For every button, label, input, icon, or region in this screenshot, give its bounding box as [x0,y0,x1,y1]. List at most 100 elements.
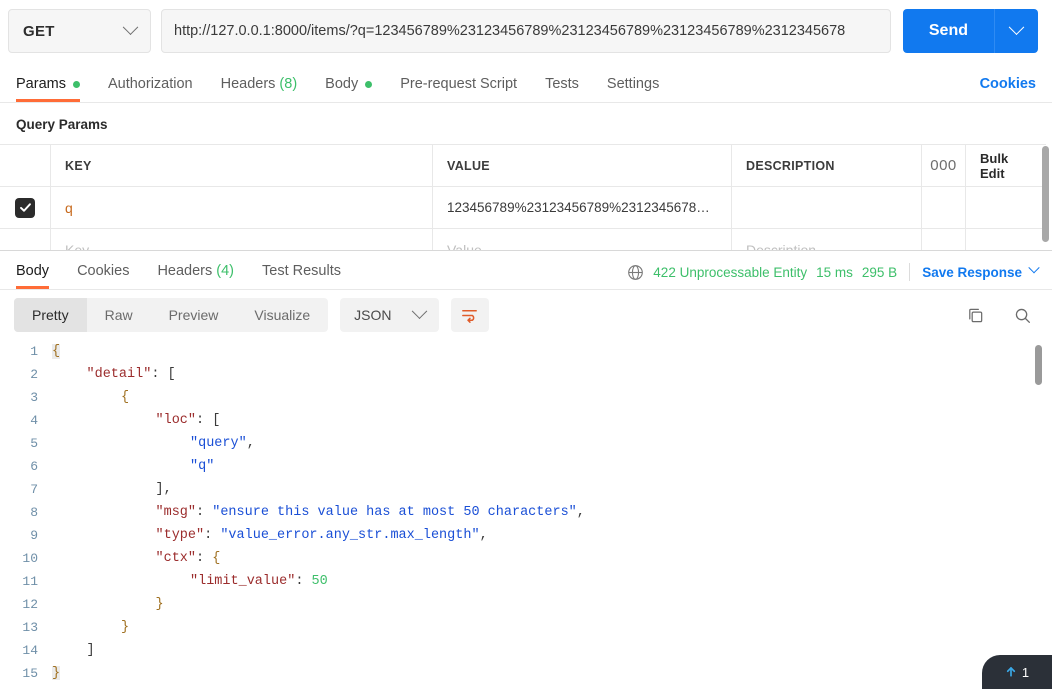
code-line: 8 "msg": "ensure this value has at most 5… [0,501,1052,524]
response-meta: 422 Unprocessable Entity 15 ms 295 B Sav… [627,262,1040,281]
format-tab-pretty[interactable]: Pretty [14,298,87,332]
line-number: 13 [22,620,38,635]
http-method-select[interactable]: GET [8,9,151,53]
check-icon [19,203,31,212]
tab-label: Headers [157,263,213,279]
tab-count: (4) [216,263,234,279]
table-placeholder-row: Key Value Description [0,229,1046,250]
wrap-text-icon [462,309,477,323]
url-input[interactable]: http://127.0.0.1:8000/items/?q=123456789… [161,9,891,53]
tab-params[interactable]: Params [16,76,80,102]
line-number: 15 [22,666,38,680]
bulk-edit-button[interactable]: Bulk Edit [980,151,1032,181]
code-line: 9 "type": "value_error.any_str.max_length… [0,524,1052,547]
table-row: q 123456789%23123456789%2312345678… [0,187,1046,229]
code-text: "limit_value": 50 [190,574,328,589]
code-text: ], [156,482,172,497]
code-text: "ctx": { [156,551,221,566]
code-token: "query" [190,436,247,451]
tab-label: Headers [220,76,276,92]
placeholder-description[interactable]: Description [746,242,816,251]
search-icon[interactable] [1013,306,1032,325]
line-number: 12 [22,597,38,612]
badge-count: 1 [1021,664,1030,680]
response-tabs: Body Cookies Headers (4) Test Results 42… [0,251,1052,289]
code-scrollbar[interactable] [1035,345,1042,385]
code-text: } [121,620,129,635]
globe-icon [628,264,644,280]
response-tab-cookies[interactable]: Cookies [77,263,129,289]
code-text: } [156,597,164,612]
placeholder-key[interactable]: Key [65,242,89,251]
divider [909,263,911,281]
code-line: 5 "query", [0,432,1052,455]
format-tab-preview[interactable]: Preview [151,298,237,332]
code-text: { [121,390,129,405]
bottom-status-badge[interactable]: 1 [982,655,1052,689]
response-actions [966,306,1032,325]
code-line: 6 "q" [0,455,1052,478]
placeholder-checkbox-cell[interactable] [0,229,51,250]
code-token: "detail" [86,367,152,382]
row-checkbox[interactable] [15,197,35,218]
format-tab-raw[interactable]: Raw [87,298,151,332]
tab-label: Body [16,263,50,279]
table-header-row: KEY VALUE DESCRIPTION 000 Bulk Edit [0,145,1046,187]
response-body-code[interactable]: 1{2 "detail": [3{4 "loc": [5 "query", 6 "q" 7]… [0,340,1052,680]
wrap-lines-button[interactable] [450,298,489,332]
header-value: VALUE [447,158,490,173]
code-text: } [52,666,61,680]
code-token: , [576,505,585,520]
tab-settings[interactable]: Settings [607,76,659,102]
arrow-up-icon [1006,667,1015,677]
tab-tests[interactable]: Tests [545,76,579,102]
row-more-button[interactable] [922,187,966,228]
code-token: : [295,574,312,589]
send-options-button[interactable] [994,9,1038,53]
tab-body[interactable]: Body [325,76,373,102]
placeholder-value[interactable]: Value [447,242,482,251]
copy-icon[interactable] [966,306,985,325]
response-tab-test-results[interactable]: Test Results [262,263,341,289]
tab-label: Body [325,76,359,92]
code-line: 10 "ctx": { [0,547,1052,570]
tab-count: (8) [279,76,298,92]
code-line: 1{ [0,340,1052,363]
response-status: 422 Unprocessable Entity [653,264,808,280]
language-select[interactable]: JSON [340,298,439,332]
code-token: 50 [311,574,328,589]
code-token: [ [212,413,221,428]
code-line: 4 "loc": [ [0,409,1052,432]
header-description: DESCRIPTION [746,158,835,173]
code-text: "q" [190,459,214,474]
send-button[interactable]: Send [902,9,994,53]
code-token: "type" [155,528,205,543]
tab-pre-request-script[interactable]: Pre-request Script [400,76,517,102]
response-tab-headers[interactable]: Headers (4) [157,263,234,289]
code-token: [ [167,367,176,382]
format-tab-visualize[interactable]: Visualize [236,298,328,332]
tab-headers[interactable]: Headers (8) [221,76,298,102]
code-token: { [121,390,130,405]
code-token: : [196,413,213,428]
param-value[interactable]: 123456789%23123456789%2312345678… [447,200,710,215]
response-tab-body[interactable]: Body [16,263,50,289]
param-key[interactable]: q [65,200,73,216]
query-params-table: KEY VALUE DESCRIPTION 000 Bulk Edit q 12… [0,144,1046,250]
query-params-table-scroll: KEY VALUE DESCRIPTION 000 Bulk Edit q 12… [0,144,1052,250]
save-response-button[interactable]: Save Response [922,262,1040,280]
tab-authorization[interactable]: Authorization [108,76,193,102]
code-token: : [196,505,213,520]
params-scrollbar[interactable] [1042,146,1049,242]
code-token: { [212,551,221,566]
tab-label: Settings [606,76,660,92]
code-token: ], [155,482,172,497]
more-options-button[interactable]: 000 [922,145,966,186]
line-number: 14 [22,643,38,658]
chevron-down-icon [411,302,427,319]
chevron-down-icon [1028,262,1040,274]
cookies-link[interactable]: Cookies [980,76,1036,92]
line-number: 2 [30,367,38,382]
tab-label: Cookies [77,263,130,279]
code-text: ] [87,643,95,658]
